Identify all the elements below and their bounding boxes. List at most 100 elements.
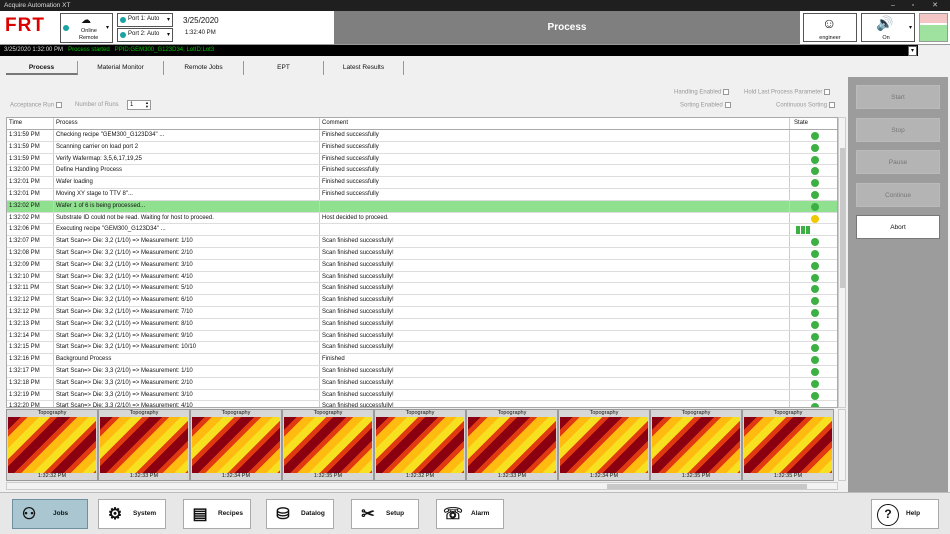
pause-button[interactable]: Pause <box>856 150 940 174</box>
datalog-button[interactable]: ⛁ Datalog <box>266 499 334 529</box>
table-row[interactable]: 1:32:14 PM Start Scan=> Die: 3,2 (1/10) =… <box>7 330 837 343</box>
alarm-button[interactable]: ☏ Alarm <box>436 499 504 529</box>
table-row[interactable]: 1:32:20 PM Start Scan=> Die: 3,3 (2/10) =… <box>7 401 837 407</box>
table-row[interactable]: 1:32:18 PM Start Scan=> Die: 3,3 (2/10) =… <box>7 377 837 390</box>
thumbs-scrollbar[interactable] <box>838 409 846 481</box>
table-row[interactable]: 1:32:02 PM Wafer 1 of 6 is being processe… <box>7 200 837 213</box>
handling-enabled-checkbox[interactable] <box>723 89 730 95</box>
state-ok-icon <box>811 191 819 199</box>
abort-button[interactable]: Abort <box>856 215 940 239</box>
row-time: 1:32:18 PM <box>9 379 40 386</box>
table-row[interactable]: 1:32:01 PM Moving XY stage to TTV 8"... Fi… <box>7 189 837 201</box>
table-row[interactable]: 1:32:07 PM Start Scan=> Die: 3,2 (1/10) =… <box>7 236 837 248</box>
table-row[interactable]: 1:32:01 PM Wafer loading Finished successf… <box>7 177 837 189</box>
port1-dropdown[interactable]: Port 1: Auto ▾ <box>117 13 173 27</box>
result-thumbnail[interactable]: Topography 1:32:34 PM <box>558 409 650 481</box>
tab-process[interactable]: Process <box>6 61 78 75</box>
continue-button[interactable]: Continue <box>856 183 940 207</box>
row-comment: Finished successfully <box>319 189 789 200</box>
result-thumbnail[interactable]: Topography 1:32:34 PM <box>190 409 282 481</box>
recipes-button[interactable]: ▤ Recipes <box>183 499 251 529</box>
maximize-button[interactable]: ▫ <box>904 0 922 11</box>
row-comment: Scan finished successfully! <box>319 248 789 259</box>
table-row[interactable]: 1:32:09 PM Start Scan=> Die: 3,2 (1/10) =… <box>7 259 837 272</box>
setup-button[interactable]: ✂ Setup <box>351 499 419 529</box>
status-expand-button[interactable]: ▾ <box>908 46 917 56</box>
row-process: Start Scan=> Die: 3,2 (1/10) => Measurem… <box>53 318 319 330</box>
continuous-sorting-checkbox[interactable] <box>829 102 836 108</box>
state-ok-icon <box>811 155 819 164</box>
result-thumbnail[interactable]: Topography 1:32:32 PM <box>374 409 466 481</box>
acceptance-run-checkbox[interactable] <box>56 102 63 108</box>
tab-material-monitor[interactable]: Material Monitor <box>78 61 164 75</box>
window-titlebar: Acquire Automation XT – ▫ ✕ <box>0 0 950 11</box>
row-process: Start Scan=> Die: 3,2 (1/10) => Measurem… <box>53 330 319 342</box>
table-row[interactable]: 1:32:19 PM Start Scan=> Die: 3,3 (2/10) =… <box>7 389 837 402</box>
port2-dropdown[interactable]: Port 2: Auto ▾ <box>117 28 173 42</box>
user-button[interactable]: ☺ engineer <box>803 13 857 42</box>
scrollbar-thumb[interactable] <box>840 148 845 288</box>
table-row[interactable]: 1:32:15 PM Start Scan=> Die: 3,2 (1/10) =… <box>7 342 837 355</box>
setup-label: Setup <box>386 510 405 517</box>
scrollbar-thumb[interactable] <box>607 484 807 489</box>
table-row[interactable]: 1:32:02 PM Substrate ID could not be read… <box>7 212 837 225</box>
table-row[interactable]: 1:32:11 PM Start Scan=> Die: 3,2 (1/10) =… <box>7 283 837 296</box>
row-state <box>789 224 837 236</box>
status-message: Process started <box>68 47 110 53</box>
row-process: Start Scan=> Die: 3,2 (1/10) => Measurem… <box>53 283 319 295</box>
port1-status-dot <box>120 17 126 23</box>
table-row[interactable]: 1:32:17 PM Start Scan=> Die: 3,3 (2/10) =… <box>7 366 837 378</box>
result-thumbnail[interactable]: Topography 1:32:35 PM <box>742 409 834 481</box>
handling-enabled-option[interactable]: Handling Enabled <box>674 89 730 96</box>
topography-image <box>284 417 372 473</box>
thumbnail-title: Topography <box>405 410 435 416</box>
sound-dropdown[interactable]: 🔊 On ▾ <box>861 13 915 42</box>
state-ok-icon <box>811 238 819 247</box>
table-row[interactable]: 1:32:12 PM Start Scan=> Die: 3,2 (1/10) =… <box>7 295 837 307</box>
start-button[interactable]: Start <box>856 85 940 109</box>
close-button[interactable]: ✕ <box>926 0 944 11</box>
table-row[interactable]: 1:32:12 PM Start Scan=> Die: 3,2 (1/10) =… <box>7 307 837 319</box>
continuous-sorting-option[interactable]: Continuous Sorting <box>776 102 836 109</box>
result-thumbnail[interactable]: Topography 1:32:33 PM <box>98 409 190 481</box>
hold-last-checkbox[interactable] <box>824 89 831 95</box>
hold-last-option[interactable]: Hold Last Process Parameter <box>744 89 831 96</box>
table-row[interactable]: 1:32:13 PM Start Scan=> Die: 3,2 (1/10) =… <box>7 318 837 331</box>
result-thumbnail[interactable]: Topography 1:32:35 PM <box>650 409 742 481</box>
thumbnail-time: 1:32:34 PM <box>221 473 251 479</box>
stop-button[interactable]: Stop <box>856 118 940 142</box>
result-thumbnail[interactable]: Topography 1:32:33 PM <box>466 409 558 481</box>
acceptance-run-option[interactable]: Acceptance Run <box>10 102 63 109</box>
table-scrollbar[interactable] <box>838 117 846 408</box>
table-row[interactable]: 1:31:59 PM Checking recipe "GEM300_G123D3… <box>7 130 837 142</box>
table-row[interactable]: 1:32:06 PM Executing recipe "GEM300_G123D… <box>7 224 837 237</box>
row-comment: Scan finished successfully! <box>319 271 789 283</box>
help-button[interactable]: ? Help <box>871 499 939 529</box>
stepper-arrows-icon[interactable]: ▲ ▼ <box>145 101 149 109</box>
table-row[interactable]: 1:31:59 PM Verify Wafermap: 3,5,6,17,19,2… <box>7 153 837 166</box>
number-of-runs-stepper[interactable]: 1 ▲ ▼ <box>127 100 151 110</box>
minimize-button[interactable]: – <box>884 0 902 11</box>
tab-ept[interactable]: EPT <box>244 61 324 75</box>
row-state <box>789 271 837 283</box>
help-icon: ? <box>877 504 899 526</box>
online-remote-dropdown[interactable]: ☁ Online Remote ▾ <box>60 13 113 43</box>
table-row[interactable]: 1:31:59 PM Scanning carrier on load port … <box>7 141 837 154</box>
result-thumbnail[interactable]: Topography 1:32:32 PM <box>6 409 98 481</box>
table-row[interactable]: 1:32:08 PM Start Scan=> Die: 3,2 (1/10) =… <box>7 248 837 260</box>
thumbs-horizontal-scrollbar[interactable] <box>6 482 838 490</box>
state-ok-icon <box>811 379 819 388</box>
result-thumbnail[interactable]: Topography 1:32:35 PM <box>282 409 374 481</box>
system-button[interactable]: ⚙ System <box>98 499 166 529</box>
table-row[interactable]: 1:32:00 PM Define Handling Process Finishe… <box>7 165 837 178</box>
sorting-enabled-option[interactable]: Sorting Enabled <box>680 102 731 109</box>
table-row[interactable]: 1:32:10 PM Start Scan=> Die: 3,2 (1/10) =… <box>7 271 837 284</box>
row-time: 1:32:17 PM <box>9 368 40 374</box>
hold-last-label: Hold Last Process Parameter <box>744 89 823 96</box>
tab-remote-jobs[interactable]: Remote Jobs <box>164 61 244 75</box>
tab-latest-results[interactable]: Latest Results <box>324 61 404 75</box>
sorting-enabled-checkbox[interactable] <box>724 102 731 108</box>
jobs-button[interactable]: ⚇ Jobs <box>12 499 88 529</box>
table-row[interactable]: 1:32:16 PM Background Process Finished <box>7 354 837 366</box>
thumbnail-time: 1:32:32 PM <box>405 473 435 479</box>
